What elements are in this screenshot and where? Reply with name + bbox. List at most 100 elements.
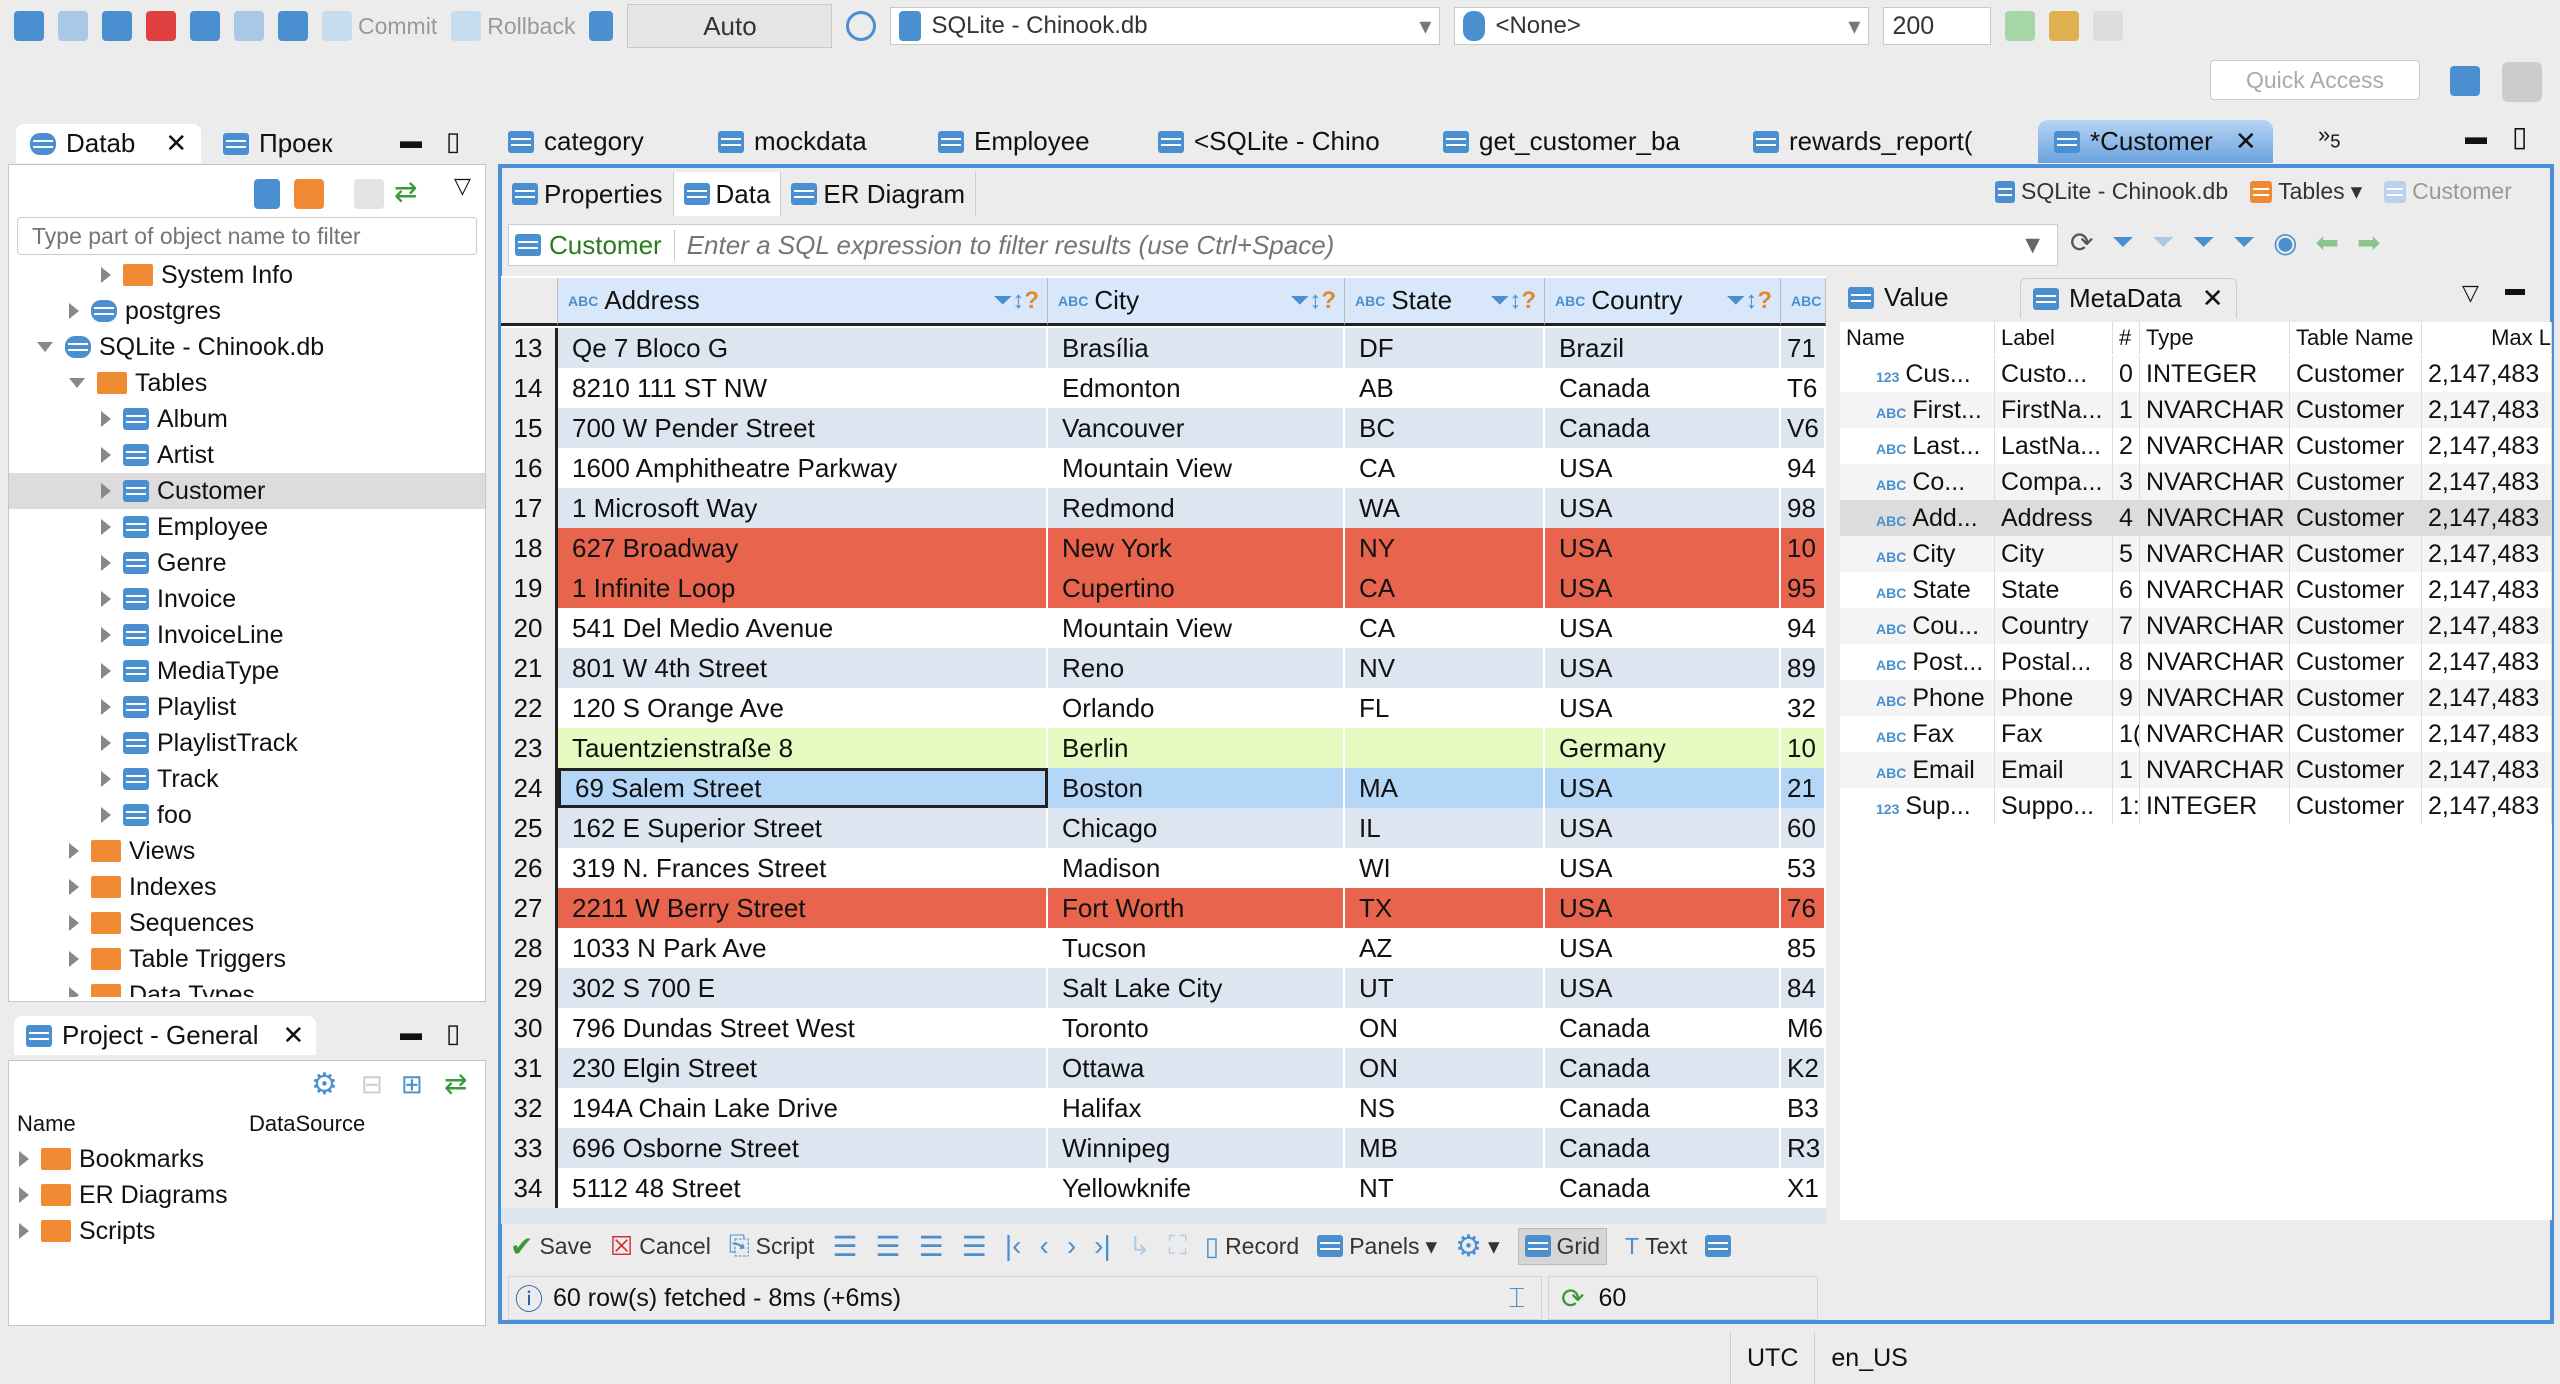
row-number[interactable]: 29 [501, 968, 558, 1008]
cell-address[interactable]: 700 W Pender Street [558, 408, 1048, 448]
cell-city[interactable]: Edmonton [1048, 368, 1345, 408]
cell-postalcode[interactable]: 71 [1781, 328, 1826, 368]
close-icon[interactable]: ✕ [283, 1020, 305, 1051]
tree-item[interactable]: PlaylistTrack [9, 725, 485, 761]
tree-item[interactable]: Genre [9, 545, 485, 581]
column-filter-sort-icon[interactable]: ⏷↕? [1490, 287, 1536, 315]
metadata-column-header[interactable]: Table Name [2290, 322, 2422, 354]
collapsed-arrow-icon[interactable] [101, 591, 111, 607]
metadata-row[interactable]: 123 Cus... Custo... 0 INTEGER Customer 2,147,4… [1840, 356, 2552, 392]
cell-city[interactable]: Redmond [1048, 488, 1345, 528]
metadata-row[interactable]: ABC Co... Compa... 3 NVARCHAR Customer 2,147,4… [1840, 464, 2552, 500]
row-number[interactable]: 16 [501, 448, 558, 488]
editor-tab[interactable]: category [498, 126, 654, 157]
panels-button[interactable]: Panels ▾ [1317, 1233, 1437, 1260]
last-page-icon[interactable]: ›| [1094, 1230, 1111, 1262]
minimize-icon[interactable]: ▬ [400, 1020, 422, 1046]
close-icon[interactable]: ✕ [165, 128, 187, 159]
cell-postalcode[interactable]: R3 [1781, 1128, 1826, 1168]
cell-address[interactable]: 627 Broadway [558, 528, 1048, 568]
cell-postalcode[interactable]: M6 [1781, 1008, 1826, 1048]
cell-address[interactable]: 1033 N Park Ave [558, 928, 1048, 968]
cell-country[interactable]: Canada [1545, 1168, 1781, 1208]
quick-access-input[interactable]: Quick Access [2210, 60, 2420, 100]
table-row[interactable]: 15 700 W Pender Street Vancouver BC Canada V6 [501, 408, 1826, 448]
collapsed-arrow-icon[interactable] [101, 447, 111, 463]
collapsed-arrow-icon[interactable] [69, 879, 79, 895]
grid-view-button[interactable]: Grid [1517, 1227, 1607, 1265]
table-row[interactable]: 23 Tauentzienstraße 8 Berlin Germany 10 [501, 728, 1826, 768]
row-number[interactable]: 18 [501, 528, 558, 568]
breadcrumb-table[interactable]: Customer [2384, 178, 2512, 205]
column-header-postalcode[interactable]: ABC [1781, 278, 1826, 326]
cell-address[interactable]: 162 E Superior Street [558, 808, 1048, 848]
filter-history-chevron-icon[interactable]: ▼ [2020, 231, 2045, 260]
metadata-row[interactable]: ABC Add... Address 4 NVARCHAR Customer 2,147,4… [1840, 500, 2552, 536]
row-number[interactable]: 34 [501, 1168, 558, 1208]
tree-item[interactable]: Table Triggers [9, 941, 485, 977]
refresh-icon[interactable]: ⟳ [1561, 1282, 1584, 1315]
minimize-icon[interactable]: ▬ [400, 128, 422, 154]
metadata-row[interactable]: ABC Phone Phone 9 NVARCHAR Customer 2,147,483 [1840, 680, 2552, 716]
cell-state[interactable] [1345, 728, 1545, 768]
cell-postalcode[interactable]: 94 [1781, 448, 1826, 488]
copy-row-icon[interactable]: ☰ [919, 1230, 944, 1263]
metadata-row[interactable]: ABC State State 6 NVARCHAR Customer 2,147,483 [1840, 572, 2552, 608]
collapsed-arrow-icon[interactable] [19, 1223, 29, 1239]
cell-city[interactable]: Yellowknife [1048, 1168, 1345, 1208]
new-connection-icon[interactable] [14, 11, 44, 41]
cell-address[interactable]: 1 Microsoft Way [558, 488, 1048, 528]
result-limit-input[interactable] [1883, 7, 1992, 45]
cell-postalcode[interactable]: 94 [1781, 608, 1826, 648]
cell-city[interactable]: Berlin [1048, 728, 1345, 768]
cell-city[interactable]: Tucson [1048, 928, 1345, 968]
cell-city[interactable]: Fort Worth [1048, 888, 1345, 928]
cell-city[interactable]: Orlando [1048, 688, 1345, 728]
cell-address[interactable]: 302 S 700 E [558, 968, 1048, 1008]
tree-item[interactable]: postgres [9, 293, 485, 329]
subtab-properties[interactable]: Properties [502, 172, 674, 216]
cell-postalcode[interactable]: 21 [1781, 768, 1826, 808]
cell-state[interactable]: NV [1345, 648, 1545, 688]
metadata-row[interactable]: ABC Cou... Country 7 NVARCHAR Customer 2,147,4… [1840, 608, 2552, 644]
collapse-icon[interactable]: ⊟ [361, 1069, 383, 1100]
cell-country[interactable]: USA [1545, 928, 1781, 968]
cell-address[interactable]: Qe 7 Bloco G [558, 328, 1048, 368]
cell-postalcode[interactable]: 89 [1781, 648, 1826, 688]
cell-country[interactable]: Canada [1545, 1088, 1781, 1128]
tree-item[interactable]: Playlist [9, 689, 485, 725]
collapsed-arrow-icon[interactable] [69, 951, 79, 967]
collapsed-arrow-icon[interactable] [101, 519, 111, 535]
collapsed-arrow-icon[interactable] [101, 267, 111, 283]
cell-postalcode[interactable]: 95 [1781, 568, 1826, 608]
cell-address[interactable]: 541 Del Medio Avenue [558, 608, 1048, 648]
metadata-row[interactable]: ABC Post... Postal... 8 NVARCHAR Customer 2,14… [1840, 644, 2552, 680]
cell-city[interactable]: New York [1048, 528, 1345, 568]
cell-state[interactable]: MA [1345, 768, 1545, 808]
tree-item[interactable]: SQLite - Chinook.db [9, 329, 485, 365]
expanded-arrow-icon[interactable] [69, 378, 85, 388]
collapsed-arrow-icon[interactable] [69, 987, 79, 997]
row-number[interactable]: 27 [501, 888, 558, 928]
table-row[interactable]: 30 796 Dundas Street West Toronto ON Canada M… [501, 1008, 1826, 1048]
row-number[interactable]: 15 [501, 408, 558, 448]
expand-icon[interactable]: ⊞ [401, 1069, 423, 1100]
cell-city[interactable]: Mountain View [1048, 448, 1345, 488]
cell-country[interactable]: USA [1545, 448, 1781, 488]
cell-state[interactable]: WI [1345, 848, 1545, 888]
editor-tab[interactable]: *Customer ✕ [2038, 120, 2273, 163]
cell-address[interactable]: 796 Dundas Street West [558, 1008, 1048, 1048]
cancel-button[interactable]: ☒ Cancel [610, 1231, 711, 1262]
collapsed-arrow-icon[interactable] [101, 807, 111, 823]
cell-country[interactable]: USA [1545, 768, 1781, 808]
table-row[interactable]: 25 162 E Superior Street Chicago IL USA 60 [501, 808, 1826, 848]
table-row[interactable]: 24 69 Salem Street Boston MA USA 21 [501, 768, 1826, 808]
cell-city[interactable]: Winnipeg [1048, 1128, 1345, 1168]
maximize-icon[interactable]: ▯ [2512, 120, 2527, 153]
column-header-city[interactable]: ABC City ⏷↕? [1048, 278, 1345, 326]
tree-item[interactable]: Track [9, 761, 485, 797]
row-number[interactable]: 13 [501, 328, 558, 368]
collapse-all-icon[interactable] [354, 179, 384, 209]
filter-settings-icon[interactable]: ⏷ [2233, 226, 2255, 259]
cell-city[interactable]: Vancouver [1048, 408, 1345, 448]
